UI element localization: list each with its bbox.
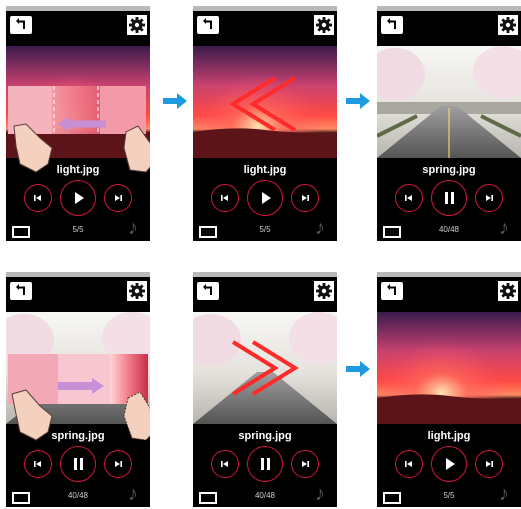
- previous-button[interactable]: [24, 184, 52, 212]
- next-button[interactable]: [291, 184, 319, 212]
- status-bar: [193, 6, 337, 11]
- status-bar: [6, 272, 150, 277]
- file-name: spring.jpg: [422, 164, 476, 176]
- next-button[interactable]: [104, 184, 132, 212]
- status-bar: [377, 6, 521, 11]
- back-arrow-icon: [387, 284, 396, 295]
- pause-button[interactable]: [431, 180, 467, 216]
- music-note-icon[interactable]: ♪: [315, 484, 325, 504]
- pause-icon: [445, 192, 454, 204]
- pause-icon: [74, 458, 83, 470]
- sunset-photo: [193, 46, 337, 158]
- next-track-icon: [115, 195, 122, 201]
- back-arrow-icon: [387, 18, 396, 29]
- play-button[interactable]: [60, 180, 96, 216]
- back-button[interactable]: [10, 282, 32, 300]
- photo-viewer[interactable]: [193, 46, 337, 158]
- status-bar: [377, 272, 521, 277]
- playback-controls: [193, 180, 337, 216]
- pause-button[interactable]: [60, 446, 96, 482]
- previous-button[interactable]: [211, 184, 239, 212]
- next-track-icon: [302, 195, 309, 201]
- phone-screen: light.jpg 5/5 ♪: [377, 272, 521, 507]
- previous-track-icon: [34, 461, 41, 467]
- play-button[interactable]: [247, 180, 283, 216]
- back-arrow-icon: [203, 18, 212, 29]
- gear-icon[interactable]: [498, 281, 518, 301]
- back-arrow-icon: [16, 284, 25, 295]
- music-note-icon[interactable]: ♪: [499, 218, 509, 238]
- back-button[interactable]: [10, 16, 32, 34]
- sunset-photo: [377, 312, 521, 424]
- status-bar: [193, 272, 337, 277]
- photo-viewer[interactable]: [377, 46, 521, 158]
- back-arrow-icon: [203, 284, 212, 295]
- playback-controls: [377, 180, 521, 216]
- next-track-icon: [486, 195, 493, 201]
- play-icon: [446, 458, 455, 470]
- file-name: light.jpg: [56, 164, 100, 176]
- next-button[interactable]: [475, 450, 503, 478]
- music-note-icon[interactable]: ♪: [315, 218, 325, 238]
- gear-icon[interactable]: [498, 15, 518, 35]
- right-arrow-icon: [346, 361, 370, 377]
- gear-icon[interactable]: [127, 281, 147, 301]
- phone-screen: light.jpg 5/5 ♪: [6, 6, 150, 241]
- next-button[interactable]: [475, 184, 503, 212]
- gear-icon[interactable]: [127, 15, 147, 35]
- gear-icon[interactable]: [314, 281, 334, 301]
- play-button[interactable]: [431, 446, 467, 482]
- right-arrow-icon: [163, 93, 187, 109]
- photo-viewer[interactable]: [193, 312, 337, 424]
- pause-icon: [261, 458, 270, 470]
- previous-button[interactable]: [24, 450, 52, 478]
- back-button[interactable]: [197, 16, 219, 34]
- playback-controls: [193, 446, 337, 482]
- previous-button[interactable]: [395, 450, 423, 478]
- right-arrow-icon: [346, 93, 370, 109]
- phone-screen: light.jpg 5/5 ♪: [193, 6, 337, 241]
- previous-track-icon: [221, 461, 228, 467]
- previous-button[interactable]: [211, 450, 239, 478]
- file-name: spring.jpg: [51, 430, 105, 442]
- next-track-icon: [302, 461, 309, 467]
- previous-track-icon: [221, 195, 228, 201]
- next-button[interactable]: [104, 450, 132, 478]
- previous-track-icon: [34, 195, 41, 201]
- play-icon: [75, 192, 84, 204]
- spring-photo: [193, 312, 337, 424]
- swipe-left-gesture: [8, 86, 150, 173]
- playback-controls: [6, 446, 150, 482]
- back-button[interactable]: [381, 16, 403, 34]
- previous-track-icon: [405, 461, 412, 467]
- next-track-icon: [115, 461, 122, 467]
- playback-controls: [6, 180, 150, 216]
- playback-controls: [377, 446, 521, 482]
- back-button[interactable]: [197, 282, 219, 300]
- next-track-icon: [486, 461, 493, 467]
- music-note-icon[interactable]: ♪: [499, 484, 509, 504]
- next-button[interactable]: [291, 450, 319, 478]
- file-name: light.jpg: [243, 164, 287, 176]
- phone-screen: spring.jpg 40/48 ♪: [377, 6, 521, 241]
- file-name: spring.jpg: [238, 430, 292, 442]
- gear-icon[interactable]: [314, 15, 334, 35]
- phone-screen: spring.jpg 40/48 ♪: [193, 272, 337, 507]
- status-bar: [6, 6, 150, 11]
- photo-viewer[interactable]: [377, 312, 521, 424]
- previous-track-icon: [405, 195, 412, 201]
- music-note-icon[interactable]: ♪: [128, 484, 138, 504]
- previous-button[interactable]: [395, 184, 423, 212]
- pause-button[interactable]: [247, 446, 283, 482]
- phone-screen: spring.jpg 40/48 ♪: [6, 272, 150, 507]
- play-icon: [262, 192, 271, 204]
- spring-photo: [377, 46, 521, 158]
- back-arrow-icon: [16, 18, 25, 29]
- music-note-icon[interactable]: ♪: [128, 218, 138, 238]
- file-name: light.jpg: [427, 430, 471, 442]
- back-button[interactable]: [381, 282, 403, 300]
